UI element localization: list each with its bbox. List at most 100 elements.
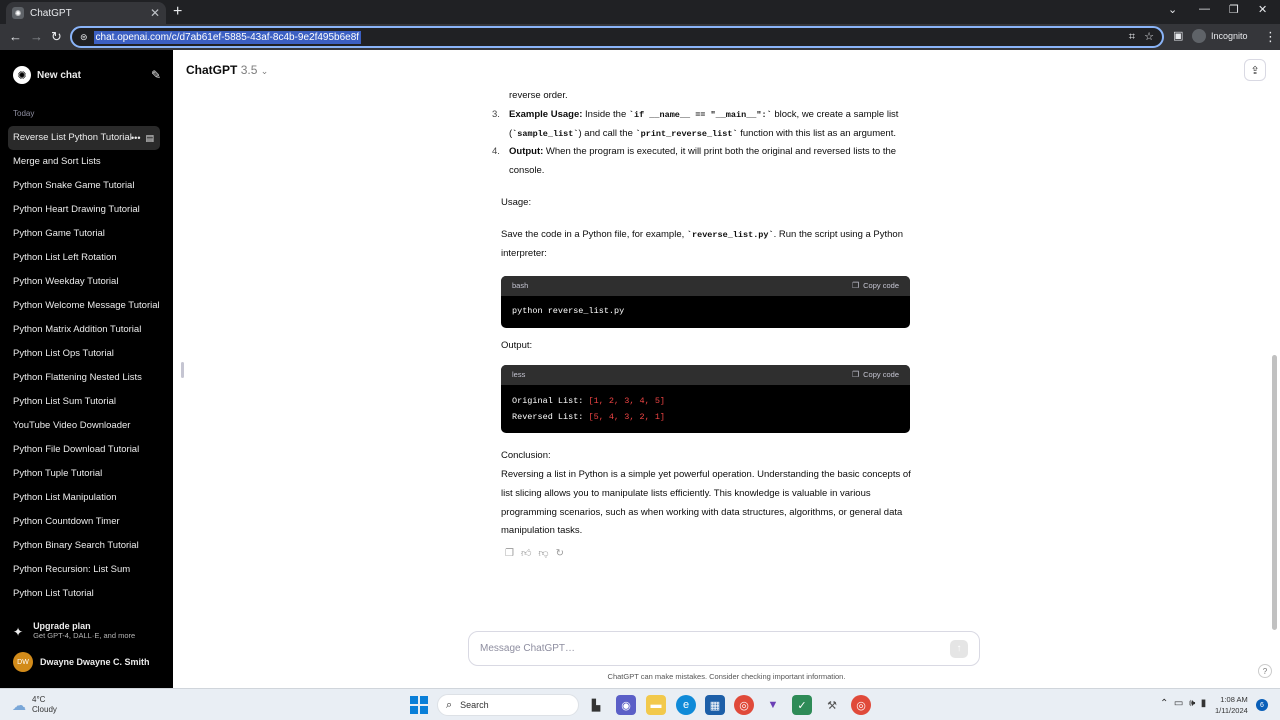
chrome-icon[interactable]: ◎ xyxy=(734,695,754,715)
utility-icon[interactable]: ⚒ xyxy=(822,695,842,715)
reload-icon[interactable]: ↻ xyxy=(51,29,62,45)
chat-app-icon[interactable]: ◉ xyxy=(616,695,636,715)
thumbs-up-icon[interactable]: 👍︎ xyxy=(521,545,531,564)
chat-item-label: Python Tuple Tutorial xyxy=(13,468,103,479)
list-number: 3. xyxy=(492,108,500,120)
window-close-icon[interactable]: ✕ xyxy=(1258,3,1267,16)
sparkle-icon: ✦ xyxy=(13,625,24,639)
site-info-icon[interactable]: ⊜ xyxy=(80,32,88,43)
chat-item[interactable]: Python List Left Rotation xyxy=(8,246,160,270)
chat-item[interactable]: Python List Sum Tutorial xyxy=(8,390,160,414)
code-block: bash ❐ Copy code python reverse_list.py xyxy=(501,276,910,329)
chat-item[interactable]: Python List Ops Tutorial xyxy=(8,342,160,366)
send-button[interactable]: ↑ xyxy=(950,639,968,658)
restore-icon[interactable]: ❐ xyxy=(1229,3,1239,16)
app-icon[interactable]: ▼ xyxy=(763,695,783,715)
chat-item[interactable]: Python Matrix Addition Tutorial xyxy=(8,318,160,342)
forward-icon[interactable]: → xyxy=(30,29,43,44)
chat-item[interactable]: Python List Manipulation xyxy=(8,486,160,510)
url-field[interactable]: ⊜ chat.openai.com/c/d7ab61ef-5885-43af-8… xyxy=(70,26,1164,48)
code-token: Reversed List: xyxy=(512,412,589,423)
chat-item[interactable]: Python Recursion: List Sum xyxy=(8,558,160,582)
chat-item-label: Python List Manipulation xyxy=(13,492,117,503)
chat-item-label: Merge and Sort Lists xyxy=(13,156,101,167)
browser-menu-icon[interactable]: ⋮ xyxy=(1264,29,1277,45)
chat-item[interactable]: Python Snake Game Tutorial xyxy=(8,174,160,198)
regenerate-icon[interactable]: ↻ xyxy=(556,545,564,564)
list-number: 4. xyxy=(492,146,500,158)
chat-item[interactable]: Python Flattening Nested Lists xyxy=(8,366,160,390)
minimize-icon[interactable]: — xyxy=(1199,3,1210,15)
model-selector[interactable]: ChatGPT 3.5 ⌄ xyxy=(186,63,268,77)
chat-item[interactable]: YouTube Video Downloader xyxy=(8,414,160,438)
tab-close-icon[interactable]: ✕ xyxy=(150,6,160,20)
chat-item[interactable]: Python Countdown Timer xyxy=(8,510,160,534)
code-content: python reverse_list.py xyxy=(512,306,625,317)
clock[interactable]: 1:08 AM 1/11/2024 xyxy=(1215,694,1248,716)
conclusion-heading: Conclusion: xyxy=(501,450,551,462)
code-block: less ❐ Copy code Original List: [1, 2, 3,… xyxy=(501,365,910,434)
section-label-today: Today xyxy=(13,109,35,118)
list-title: Output: xyxy=(509,146,544,158)
file-explorer-icon[interactable]: ▬ xyxy=(646,695,666,715)
url-text[interactable]: chat.openai.com/c/d7ab61ef-5885-43af-8c4… xyxy=(93,30,362,44)
help-button[interactable]: ? xyxy=(1258,664,1272,678)
scrollbar[interactable] xyxy=(1272,355,1277,630)
chat-item[interactable]: Python File Download Tutorial xyxy=(8,438,160,462)
start-button[interactable] xyxy=(410,696,428,714)
chat-item[interactable]: Python Tuple Tutorial xyxy=(8,462,160,486)
code-token: [5, 4, 3, 2, 1] xyxy=(588,412,666,423)
share-button[interactable]: ⇪ xyxy=(1244,59,1266,81)
assistant-message: reverse order. 3. Example Usage: Inside … xyxy=(492,87,915,564)
chat-item-label: Python List Ops Tutorial xyxy=(13,348,114,359)
code-token: [1, 2, 3, 4, 5] xyxy=(588,396,666,407)
browser-tab[interactable]: ✺ ChatGPT ✕ xyxy=(6,2,166,24)
sidebar-toggle-handle[interactable] xyxy=(181,362,184,378)
chat-item[interactable]: Python List Tutorial xyxy=(8,582,160,606)
new-tab-icon[interactable]: + xyxy=(173,3,182,21)
list-text: ) and call the xyxy=(578,127,636,139)
user-name: Dwayne Dwayne C. Smith xyxy=(40,657,150,667)
new-chat-label: New chat xyxy=(37,69,81,81)
bookmark-star-icon[interactable]: ⌗ ☆ xyxy=(1129,30,1154,44)
chrome-active-icon[interactable]: ◎ xyxy=(851,695,871,715)
chat-item[interactable]: Python Binary Search Tutorial xyxy=(8,534,160,558)
taskbar-search[interactable]: ⌕ Search xyxy=(437,694,579,716)
weather-widget[interactable]: ☁ 4°C Cloudy xyxy=(12,695,57,715)
list-text: function with this list as an argument. xyxy=(737,127,896,139)
output-heading: Output: xyxy=(501,340,533,352)
message-input[interactable]: Message ChatGPT… ↑ xyxy=(468,631,980,666)
spreadsheet-icon[interactable]: ✓ xyxy=(792,695,812,715)
list-text: When the program is executed, it will pr… xyxy=(509,146,897,177)
incognito-indicator[interactable]: Incognito xyxy=(1192,29,1248,43)
chat-item[interactable]: Python Welcome Message Tutorial xyxy=(8,294,160,318)
temperature: 4°C xyxy=(32,695,46,704)
chat-item[interactable]: Python Heart Drawing Tutorial xyxy=(8,198,160,222)
system-tray-icons[interactable]: ⌃ ▭ 🕪︎ ▮ xyxy=(1160,698,1206,709)
chat-item[interactable]: Merge and Sort Lists xyxy=(8,150,160,174)
tab-search-icon[interactable]: ⌄ xyxy=(1168,3,1177,16)
clipboard-icon: ❐ xyxy=(851,280,860,290)
notification-badge[interactable]: 6 xyxy=(1256,699,1268,711)
task-view-icon[interactable]: ▙ xyxy=(586,695,606,715)
edge-icon[interactable]: e xyxy=(676,695,696,715)
upgrade-plan-button[interactable]: ✦ Upgrade plan Get GPT-4, DALL·E, and mo… xyxy=(13,621,135,640)
chat-item[interactable]: Python Game Tutorial xyxy=(8,222,160,246)
new-chat-button[interactable]: ✺ New chat ✎ xyxy=(13,65,161,85)
sidepanel-icon[interactable]: ▣ xyxy=(1173,29,1183,42)
thumbs-down-icon[interactable]: 👎︎ xyxy=(538,545,548,564)
chat-item[interactable]: Reverse List Python Tutorial ••• ▤ xyxy=(8,126,160,150)
copy-icon[interactable]: ❐ xyxy=(505,545,514,564)
back-icon[interactable]: ← xyxy=(9,29,22,44)
copy-code-button[interactable]: ❐ Copy code xyxy=(852,277,899,296)
code-line: Reversed List: [5, 4, 3, 2, 1] xyxy=(512,409,899,425)
chat-item[interactable]: Python Weekday Tutorial xyxy=(8,270,160,294)
chat-options-icon[interactable]: ••• ▤ xyxy=(131,126,154,150)
edit-icon[interactable]: ✎ xyxy=(151,68,161,82)
list-item: 3. Example Usage: Inside the `if __name_… xyxy=(492,106,915,144)
copy-code-button[interactable]: ❐ Copy code xyxy=(852,366,899,385)
chat-item-label: Python Weekday Tutorial xyxy=(13,276,119,287)
question-icon: ? xyxy=(1262,666,1268,676)
store-icon[interactable]: ▦ xyxy=(705,695,725,715)
user-menu-button[interactable]: DW Dwayne Dwayne C. Smith xyxy=(13,652,150,672)
